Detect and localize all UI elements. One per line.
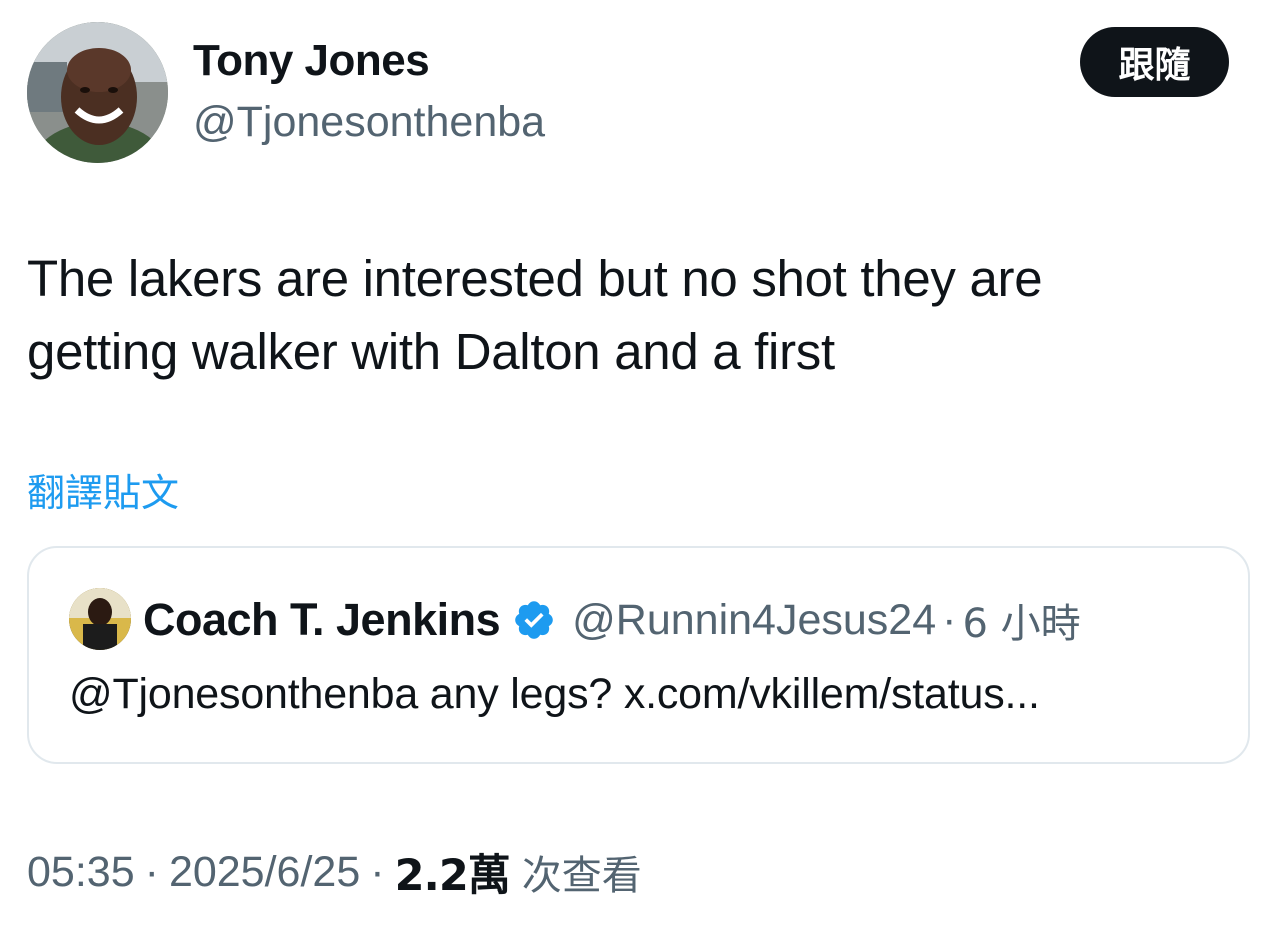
separator-dot: · xyxy=(370,847,385,896)
separator-dot: · xyxy=(942,595,957,644)
tweet-text-line: getting walker with Dalton and a first xyxy=(27,323,835,380)
tweet-meta: 05:35 · 2025/6/25 · 2.2萬 次查看 xyxy=(27,844,642,902)
quoted-tweet-header: Coach T. Jenkins @Runnin4Jesus24 · 6 小時 xyxy=(143,592,1081,648)
quoted-tweet-time[interactable]: 6 小時 xyxy=(962,591,1080,649)
quoted-tweet-text: @Tjonesonthenba any legs? x.com/vkillem/… xyxy=(69,670,1040,718)
tweet-text-line: The lakers are interested but no shot th… xyxy=(27,250,1043,307)
tweet-time[interactable]: 05:35 xyxy=(27,848,135,897)
translate-post-link[interactable]: 翻譯貼文 xyxy=(27,462,179,517)
author-avatar[interactable] xyxy=(27,22,168,163)
views-count: 2.2萬 xyxy=(394,851,511,901)
follow-button[interactable]: 跟隨 xyxy=(1080,27,1229,97)
author-name[interactable]: Tony Jones xyxy=(193,36,430,86)
quoted-author-name[interactable]: Coach T. Jenkins xyxy=(143,594,501,646)
separator-dot: · xyxy=(144,847,159,896)
quoted-author-avatar[interactable] xyxy=(69,588,131,650)
tweet-text: The lakers are interested but no shot th… xyxy=(27,242,1247,388)
verified-badge-icon xyxy=(512,598,556,642)
quoted-author-handle[interactable]: @Runnin4Jesus24 xyxy=(572,596,936,645)
author-handle[interactable]: @Tjonesonthenba xyxy=(193,98,545,147)
tweet-date[interactable]: 2025/6/25 xyxy=(169,848,360,897)
views-label: 次查看 xyxy=(521,853,642,899)
quoted-tweet-card[interactable]: Coach T. Jenkins @Runnin4Jesus24 · 6 小時 … xyxy=(27,546,1250,764)
